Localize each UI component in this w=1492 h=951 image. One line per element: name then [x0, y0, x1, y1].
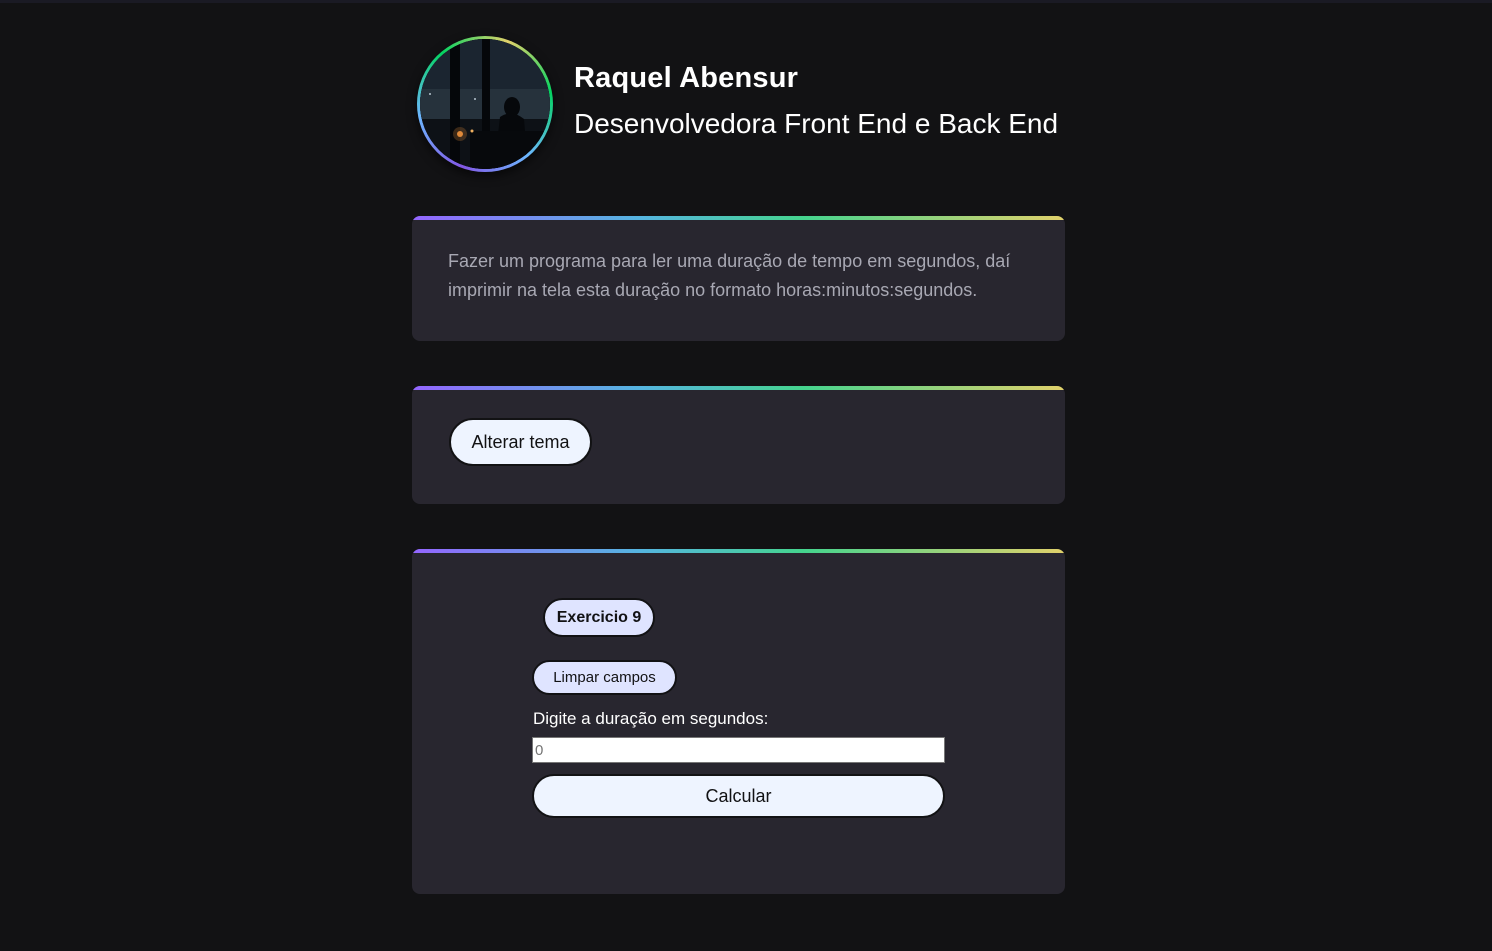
description-card: Fazer um programa para ler uma duração d…	[412, 216, 1065, 341]
exercise-title-badge: Exercicio 9	[543, 598, 655, 637]
top-border	[0, 0, 1492, 3]
exercise-card: Exercicio 9 Limpar campos Digite a duraç…	[412, 549, 1065, 894]
avatar-ring	[417, 36, 553, 172]
duration-input-label: Digite a duração em segundos:	[533, 709, 769, 728]
profile-photo-icon	[420, 39, 550, 169]
calculate-button[interactable]: Calcular	[532, 774, 945, 818]
profile-header: Raquel Abensur Desenvolvedora Front End …	[417, 36, 1077, 172]
profile-role: Desenvolvedora Front End e Back End	[574, 108, 1059, 139]
theme-card: Alterar tema	[412, 386, 1065, 504]
avatar	[420, 39, 550, 169]
exercise-description: Fazer um programa para ler uma duração d…	[448, 251, 1011, 300]
toggle-theme-button[interactable]: Alterar tema	[449, 418, 592, 466]
clear-fields-button[interactable]: Limpar campos	[532, 660, 677, 695]
profile-name: Raquel Abensur	[574, 62, 799, 94]
duration-seconds-input[interactable]	[532, 737, 945, 763]
